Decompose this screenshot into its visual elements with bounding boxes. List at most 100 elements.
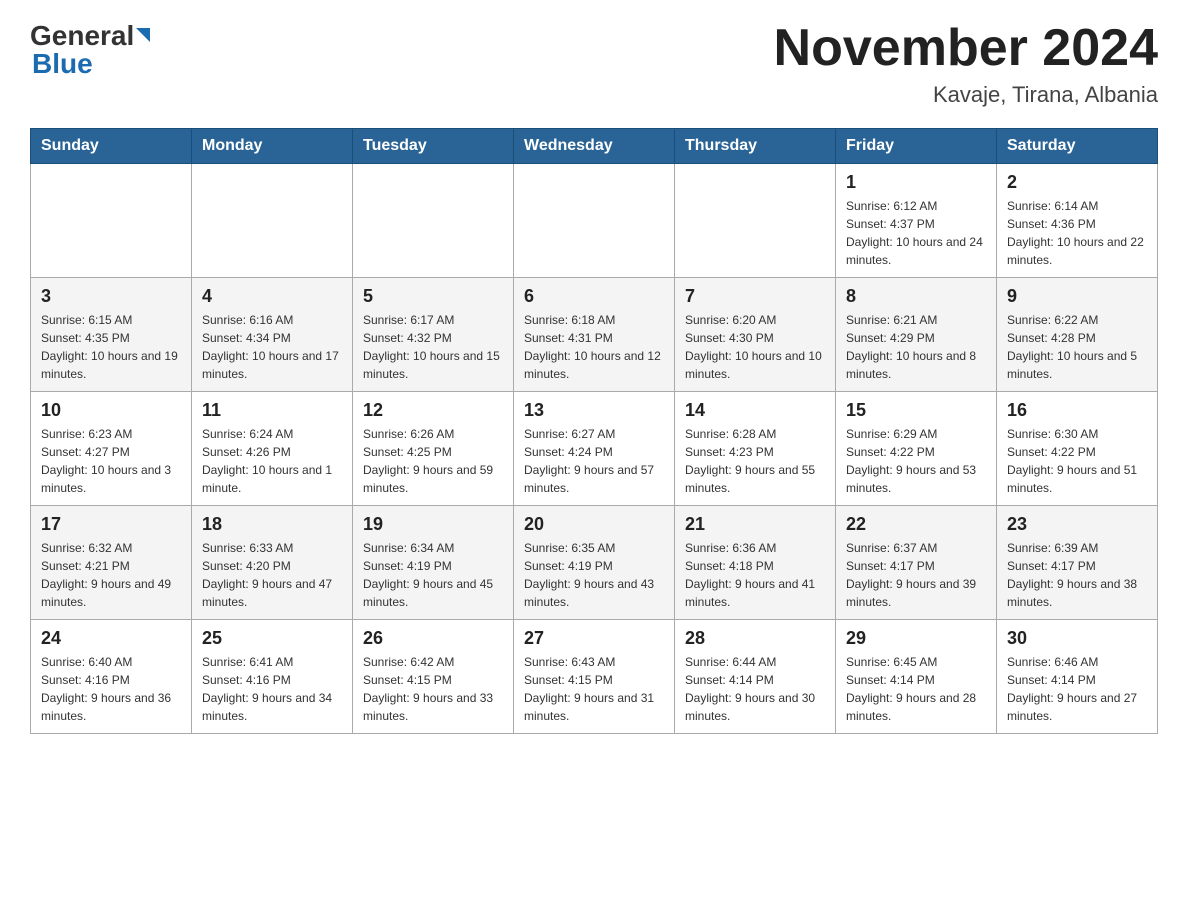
calendar-cell: 9Sunrise: 6:22 AM Sunset: 4:28 PM Daylig… — [997, 278, 1158, 392]
day-number: 30 — [1007, 628, 1147, 649]
month-title: November 2024 — [774, 20, 1158, 77]
calendar-cell — [192, 164, 353, 278]
day-info: Sunrise: 6:35 AM Sunset: 4:19 PM Dayligh… — [524, 539, 664, 611]
calendar-cell: 1 Sunrise: 6:12 AM Sunset: 4:37 PM Daylig… — [836, 164, 997, 278]
day-number: 29 — [846, 628, 986, 649]
calendar-row-0: 1 Sunrise: 6:12 AM Sunset: 4:37 PM Daylig… — [31, 164, 1158, 278]
calendar-cell: 14 Sunrise: 6:28 AM Sunset: 4:23 PM Dayli… — [675, 392, 836, 506]
calendar-cell: 23 Sunrise: 6:39 AM Sunset: 4:17 PM Dayli… — [997, 506, 1158, 620]
calendar-row-3: 17 Sunrise: 6:32 AM Sunset: 4:21 PM Dayli… — [31, 506, 1158, 620]
day-info: Sunrise: 6:20 AM Sunset: 4:30 PM Dayligh… — [685, 311, 825, 383]
day-info: Sunrise: 6:27 AM Sunset: 4:24 PM Dayligh… — [524, 425, 664, 497]
calendar-cell: 28 Sunrise: 6:44 AM Sunset: 4:14 PM Dayli… — [675, 620, 836, 734]
weekday-header-monday: Monday — [192, 129, 353, 164]
day-number: 6 — [524, 286, 664, 307]
calendar-cell: 12 Sunrise: 6:26 AM Sunset: 4:25 PM Dayli… — [353, 392, 514, 506]
calendar-cell: 17 Sunrise: 6:32 AM Sunset: 4:21 PM Dayli… — [31, 506, 192, 620]
day-number: 1 — [846, 172, 986, 193]
day-number: 22 — [846, 514, 986, 535]
weekday-header-row: SundayMondayTuesdayWednesdayThursdayFrid… — [31, 129, 1158, 164]
weekday-header-saturday: Saturday — [997, 129, 1158, 164]
day-number: 25 — [202, 628, 342, 649]
weekday-header-thursday: Thursday — [675, 129, 836, 164]
title-section: November 2024 Kavaje, Tirana, Albania — [774, 20, 1158, 108]
calendar-cell: 18Sunrise: 6:33 AM Sunset: 4:20 PM Dayli… — [192, 506, 353, 620]
calendar-cell: 24 Sunrise: 6:40 AM Sunset: 4:16 PM Dayli… — [31, 620, 192, 734]
calendar-cell: 19 Sunrise: 6:34 AM Sunset: 4:19 PM Dayli… — [353, 506, 514, 620]
day-number: 8 — [846, 286, 986, 307]
day-number: 4 — [202, 286, 342, 307]
day-info: Sunrise: 6:37 AM Sunset: 4:17 PM Dayligh… — [846, 539, 986, 611]
calendar-cell — [514, 164, 675, 278]
page-header: General Blue November 2024 Kavaje, Tiran… — [30, 20, 1158, 108]
day-info: Sunrise: 6:18 AM Sunset: 4:31 PM Dayligh… — [524, 311, 664, 383]
day-info: Sunrise: 6:33 AM Sunset: 4:20 PM Dayligh… — [202, 539, 342, 611]
day-number: 27 — [524, 628, 664, 649]
day-number: 7 — [685, 286, 825, 307]
calendar-cell: 4 Sunrise: 6:16 AM Sunset: 4:34 PM Daylig… — [192, 278, 353, 392]
day-info: Sunrise: 6:23 AM Sunset: 4:27 PM Dayligh… — [41, 425, 181, 497]
day-number: 5 — [363, 286, 503, 307]
weekday-header-friday: Friday — [836, 129, 997, 164]
day-number: 15 — [846, 400, 986, 421]
calendar-cell: 25 Sunrise: 6:41 AM Sunset: 4:16 PM Dayli… — [192, 620, 353, 734]
calendar-cell: 10Sunrise: 6:23 AM Sunset: 4:27 PM Dayli… — [31, 392, 192, 506]
day-number: 21 — [685, 514, 825, 535]
day-info: Sunrise: 6:26 AM Sunset: 4:25 PM Dayligh… — [363, 425, 503, 497]
day-info: Sunrise: 6:24 AM Sunset: 4:26 PM Dayligh… — [202, 425, 342, 497]
day-info: Sunrise: 6:16 AM Sunset: 4:34 PM Dayligh… — [202, 311, 342, 383]
day-number: 24 — [41, 628, 181, 649]
day-info: Sunrise: 6:30 AM Sunset: 4:22 PM Dayligh… — [1007, 425, 1147, 497]
calendar-cell: 6 Sunrise: 6:18 AM Sunset: 4:31 PM Daylig… — [514, 278, 675, 392]
day-number: 3 — [41, 286, 181, 307]
day-info: Sunrise: 6:34 AM Sunset: 4:19 PM Dayligh… — [363, 539, 503, 611]
day-info: Sunrise: 6:41 AM Sunset: 4:16 PM Dayligh… — [202, 653, 342, 725]
day-number: 14 — [685, 400, 825, 421]
day-number: 2 — [1007, 172, 1147, 193]
calendar-cell: 21 Sunrise: 6:36 AM Sunset: 4:18 PM Dayli… — [675, 506, 836, 620]
day-number: 20 — [524, 514, 664, 535]
calendar-cell: 29 Sunrise: 6:45 AM Sunset: 4:14 PM Dayli… — [836, 620, 997, 734]
day-info: Sunrise: 6:44 AM Sunset: 4:14 PM Dayligh… — [685, 653, 825, 725]
location-title: Kavaje, Tirana, Albania — [774, 82, 1158, 108]
calendar-cell: 20 Sunrise: 6:35 AM Sunset: 4:19 PM Dayli… — [514, 506, 675, 620]
day-info: Sunrise: 6:28 AM Sunset: 4:23 PM Dayligh… — [685, 425, 825, 497]
calendar-cell — [675, 164, 836, 278]
day-info: Sunrise: 6:17 AM Sunset: 4:32 PM Dayligh… — [363, 311, 503, 383]
day-number: 16 — [1007, 400, 1147, 421]
weekday-header-sunday: Sunday — [31, 129, 192, 164]
day-info: Sunrise: 6:22 AM Sunset: 4:28 PM Dayligh… — [1007, 311, 1147, 383]
calendar-cell: 11 Sunrise: 6:24 AM Sunset: 4:26 PM Dayli… — [192, 392, 353, 506]
calendar-table: SundayMondayTuesdayWednesdayThursdayFrid… — [30, 128, 1158, 734]
logo: General Blue — [30, 20, 150, 80]
day-number: 17 — [41, 514, 181, 535]
calendar-row-1: 3Sunrise: 6:15 AM Sunset: 4:35 PM Daylig… — [31, 278, 1158, 392]
day-info: Sunrise: 6:40 AM Sunset: 4:16 PM Dayligh… — [41, 653, 181, 725]
calendar-cell: 15 Sunrise: 6:29 AM Sunset: 4:22 PM Dayli… — [836, 392, 997, 506]
calendar-cell — [31, 164, 192, 278]
day-info: Sunrise: 6:12 AM Sunset: 4:37 PM Dayligh… — [846, 197, 986, 269]
day-info: Sunrise: 6:39 AM Sunset: 4:17 PM Dayligh… — [1007, 539, 1147, 611]
weekday-header-tuesday: Tuesday — [353, 129, 514, 164]
day-number: 11 — [202, 400, 342, 421]
day-info: Sunrise: 6:42 AM Sunset: 4:15 PM Dayligh… — [363, 653, 503, 725]
calendar-cell: 5 Sunrise: 6:17 AM Sunset: 4:32 PM Daylig… — [353, 278, 514, 392]
day-info: Sunrise: 6:36 AM Sunset: 4:18 PM Dayligh… — [685, 539, 825, 611]
day-number: 28 — [685, 628, 825, 649]
calendar-row-4: 24 Sunrise: 6:40 AM Sunset: 4:16 PM Dayli… — [31, 620, 1158, 734]
day-info: Sunrise: 6:32 AM Sunset: 4:21 PM Dayligh… — [41, 539, 181, 611]
calendar-cell: 16 Sunrise: 6:30 AM Sunset: 4:22 PM Dayli… — [997, 392, 1158, 506]
day-number: 23 — [1007, 514, 1147, 535]
day-number: 12 — [363, 400, 503, 421]
calendar-cell: 8 Sunrise: 6:21 AM Sunset: 4:29 PM Daylig… — [836, 278, 997, 392]
day-number: 13 — [524, 400, 664, 421]
day-info: Sunrise: 6:14 AM Sunset: 4:36 PM Dayligh… — [1007, 197, 1147, 269]
day-info: Sunrise: 6:43 AM Sunset: 4:15 PM Dayligh… — [524, 653, 664, 725]
day-info: Sunrise: 6:45 AM Sunset: 4:14 PM Dayligh… — [846, 653, 986, 725]
day-number: 26 — [363, 628, 503, 649]
day-info: Sunrise: 6:21 AM Sunset: 4:29 PM Dayligh… — [846, 311, 986, 383]
calendar-cell — [353, 164, 514, 278]
calendar-cell: 26 Sunrise: 6:42 AM Sunset: 4:15 PM Dayli… — [353, 620, 514, 734]
day-number: 19 — [363, 514, 503, 535]
day-info: Sunrise: 6:29 AM Sunset: 4:22 PM Dayligh… — [846, 425, 986, 497]
